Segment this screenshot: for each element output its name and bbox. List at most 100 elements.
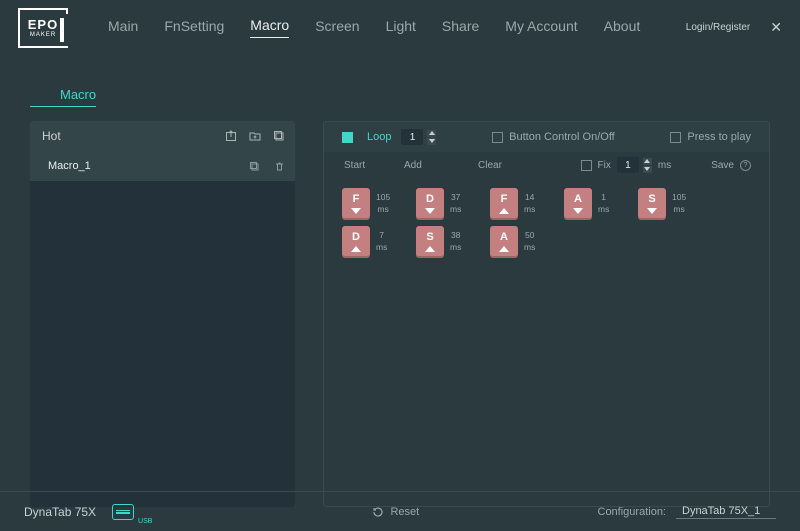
nav-item-share[interactable]: Share (442, 18, 479, 38)
reset-button[interactable]: Reset (372, 506, 419, 518)
button-control-toggle[interactable]: Button Control On/Off (492, 131, 615, 143)
keycap-letter: D (352, 232, 360, 243)
loop-count-spinner[interactable]: 1 (401, 129, 436, 145)
clear-button[interactable]: Clear (478, 160, 552, 171)
step-timing: 14ms (524, 192, 535, 216)
macro-step: S 38ms (416, 226, 490, 258)
arrow-up-icon (499, 246, 509, 252)
new-folder-icon[interactable] (249, 130, 261, 142)
arrow-up-icon (499, 208, 509, 214)
step-time-value: 50 (525, 230, 534, 242)
logo-line2: MAKER (30, 32, 56, 38)
macro-list-header: Hot (30, 121, 295, 151)
login-register-link[interactable]: Login/Register (686, 22, 750, 33)
keycap-d-down[interactable]: D (416, 188, 444, 220)
arrow-down-icon (351, 208, 361, 214)
keycap-s-up[interactable]: S (416, 226, 444, 258)
macro-step: F 105ms (342, 188, 416, 220)
arrow-up-icon (425, 246, 435, 252)
macro-list-item[interactable]: Macro_1 (30, 151, 295, 181)
keycap-f-up[interactable]: F (490, 188, 518, 220)
add-button[interactable]: Add (404, 160, 478, 171)
macro-step: S 105ms (638, 188, 712, 220)
nav-item-macro[interactable]: Macro (250, 17, 289, 38)
help-icon[interactable]: ? (740, 160, 751, 171)
start-button[interactable]: Start (344, 160, 404, 171)
step-timing: 37ms (450, 192, 461, 216)
nav-item-about[interactable]: About (604, 18, 641, 38)
macro-editor-panel: Loop 1 Button Control On/Off Press to pl… (323, 121, 770, 507)
fix-unit: ms (658, 160, 671, 171)
step-time-unit: ms (598, 204, 609, 216)
loop-step-up-icon[interactable] (427, 130, 436, 137)
close-icon[interactable]: ✕ (770, 19, 782, 36)
arrow-down-icon (573, 208, 583, 214)
keyboard-icon[interactable] (112, 504, 134, 520)
loop-stepper[interactable] (427, 130, 436, 145)
step-timing: 105ms (672, 192, 686, 216)
step-time-unit: ms (673, 204, 684, 216)
step-timing: 38ms (450, 230, 461, 254)
fix-checkbox[interactable] (581, 160, 592, 171)
loop-step-down-icon[interactable] (427, 138, 436, 145)
macro-list-header-label: Hot (42, 129, 225, 143)
keycap-letter: D (426, 194, 434, 205)
arrow-up-icon (351, 246, 361, 252)
nav-item-screen[interactable]: Screen (315, 18, 359, 38)
fix-stepper[interactable] (643, 158, 652, 173)
step-time-value: 105 (376, 192, 390, 204)
macro-step: D 37ms (416, 188, 490, 220)
keycap-letter: S (648, 194, 655, 205)
keycap-letter: S (426, 232, 433, 243)
reset-icon (372, 506, 384, 518)
copy-icon[interactable] (273, 130, 285, 142)
keycap-s-down[interactable]: S (638, 188, 666, 220)
macro-list-body: Macro_1 (30, 151, 295, 507)
editor-controls-row: Loop 1 Button Control On/Off Press to pl… (324, 122, 769, 152)
keycap-a-down[interactable]: A (564, 188, 592, 220)
step-time-value: 14 (525, 192, 534, 204)
configuration-label: Configuration: (598, 506, 667, 518)
nav-item-main[interactable]: Main (108, 18, 138, 38)
arrow-down-icon (425, 208, 435, 214)
duplicate-icon[interactable] (249, 161, 260, 172)
step-time-unit: ms (524, 242, 535, 254)
keycap-letter: F (501, 194, 508, 205)
macro-step: A 50ms (490, 226, 564, 258)
step-time-unit: ms (450, 242, 461, 254)
fix-spinner[interactable]: 1 (617, 157, 652, 173)
keycap-d-up[interactable]: D (342, 226, 370, 258)
nav-item-fnsetting[interactable]: FnSetting (164, 18, 224, 38)
loop-checkbox[interactable] (342, 132, 353, 143)
fix-step-down-icon[interactable] (643, 166, 652, 173)
export-icon[interactable] (225, 130, 237, 142)
logo-line1: EPO (28, 18, 58, 31)
press-to-play-checkbox[interactable] (670, 132, 681, 143)
topbar: EPO MAKER Main FnSetting Macro Screen Light S… (0, 0, 800, 55)
button-control-checkbox[interactable] (492, 132, 503, 143)
macro-step: D7ms (342, 226, 416, 258)
step-timing: 105ms (376, 192, 390, 216)
configuration-selector[interactable]: DynaTab 75X_1 (676, 505, 776, 519)
fix-label: Fix (598, 160, 611, 171)
step-time-value: 38 (451, 230, 460, 242)
nav-item-my account[interactable]: My Account (505, 18, 577, 38)
macro-name: Macro_1 (48, 160, 249, 172)
save-button[interactable]: Save (711, 160, 734, 171)
macro-list-panel: Hot Macro_1 (30, 121, 295, 507)
keycap-a-up[interactable]: A (490, 226, 518, 258)
main-nav: Main FnSetting Macro Screen Light Share My Acc… (108, 17, 640, 38)
step-time-unit: ms (377, 204, 388, 216)
status-bar: DynaTab 75X USB Reset Configuration: Dyn… (0, 491, 800, 531)
button-control-label: Button Control On/Off (509, 131, 615, 143)
fix-step-up-icon[interactable] (643, 158, 652, 165)
step-time-value: 37 (451, 192, 460, 204)
press-to-play-toggle[interactable]: Press to play (670, 131, 751, 143)
step-time-unit: ms (450, 204, 461, 216)
press-to-play-label: Press to play (687, 131, 751, 143)
step-time-unit: ms (524, 204, 535, 216)
keycap-f-down[interactable]: F (342, 188, 370, 220)
nav-item-light[interactable]: Light (386, 18, 416, 38)
delete-icon[interactable] (274, 161, 285, 172)
page-section-title: Macro (30, 69, 96, 107)
